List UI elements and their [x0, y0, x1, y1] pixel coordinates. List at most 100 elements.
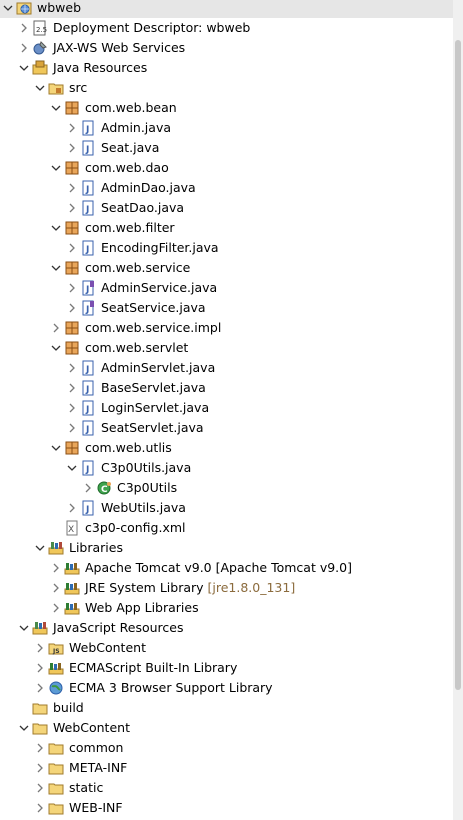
- package-icon: [64, 440, 80, 456]
- collapse-arrow-icon[interactable]: [34, 542, 46, 554]
- collapse-arrow-icon[interactable]: [50, 222, 62, 234]
- tree-item-src[interactable]: src: [0, 78, 453, 98]
- collapse-arrow-icon[interactable]: [2, 2, 14, 14]
- vertical-scrollbar[interactable]: [453, 0, 463, 820]
- tree-item-seatdao-java[interactable]: J SeatDao.java: [0, 198, 453, 218]
- expand-arrow-icon[interactable]: [66, 382, 78, 394]
- tree-item-c3p0-config-xml[interactable]: Xc3p0-config.xml: [0, 518, 453, 538]
- tree-item-label: com.web.service: [85, 260, 191, 275]
- expand-arrow-icon[interactable]: [82, 482, 94, 494]
- scrollbar-thumb[interactable]: [455, 40, 461, 690]
- expand-arrow-icon[interactable]: [34, 762, 46, 774]
- expand-arrow-icon[interactable]: [66, 362, 78, 374]
- collapse-arrow-icon[interactable]: [18, 62, 30, 74]
- expand-arrow-icon[interactable]: [66, 282, 78, 294]
- js-folder-icon: JS: [48, 640, 64, 656]
- expand-arrow-icon[interactable]: [18, 42, 30, 54]
- tree-item-webcontent[interactable]: WebContent: [0, 718, 453, 738]
- tree-item-jre-system-library[interactable]: JRE System Library [jre1.8.0_131]: [0, 578, 453, 598]
- tree-item-com-web-dao[interactable]: com.web.dao: [0, 158, 453, 178]
- tree-item-label: WebUtils.java: [101, 500, 186, 515]
- java-file-icon: J: [80, 200, 96, 216]
- tree-item-meta-inf[interactable]: META-INF: [0, 758, 453, 778]
- expand-arrow-icon[interactable]: [66, 502, 78, 514]
- tree-item-c3p0utils[interactable]: C C3p0Utils: [0, 478, 453, 498]
- tree-item-seatservice-java[interactable]: J SeatService.java: [0, 298, 453, 318]
- tree-item-label: JavaScript Resources: [53, 620, 184, 635]
- tree-item-ecma-3-browser-support-library[interactable]: ECMA 3 Browser Support Library: [0, 678, 453, 698]
- expand-arrow-icon[interactable]: [66, 202, 78, 214]
- expand-arrow-icon[interactable]: [50, 602, 62, 614]
- tree-item-com-web-utlis[interactable]: com.web.utlis: [0, 438, 453, 458]
- tree-item-com-web-filter[interactable]: com.web.filter: [0, 218, 453, 238]
- tree-item-adminservlet-java[interactable]: J AdminServlet.java: [0, 358, 453, 378]
- expand-arrow-icon[interactable]: [66, 122, 78, 134]
- libraries-icon: [48, 540, 64, 556]
- tree-item-web-inf[interactable]: WEB-INF: [0, 798, 453, 818]
- tree-item-webcontent[interactable]: JS WebContent: [0, 638, 453, 658]
- expand-arrow-icon[interactable]: [34, 802, 46, 814]
- tree-item-webutils-java[interactable]: J WebUtils.java: [0, 498, 453, 518]
- tree-item-baseservlet-java[interactable]: J BaseServlet.java: [0, 378, 453, 398]
- tree-item-jax-ws-web-services[interactable]: JAX-WS Web Services: [0, 38, 453, 58]
- tree-item-ecmascript-built-in-library[interactable]: ECMAScript Built-In Library: [0, 658, 453, 678]
- tree-item-adminservice-java[interactable]: J AdminService.java: [0, 278, 453, 298]
- collapse-arrow-icon[interactable]: [50, 262, 62, 274]
- expand-arrow-icon[interactable]: [34, 782, 46, 794]
- tree-item-javascript-resources[interactable]: JavaScript Resources: [0, 618, 453, 638]
- svg-text:J: J: [85, 385, 89, 395]
- folder-icon: [48, 800, 64, 816]
- tree-item-web-app-libraries[interactable]: Web App Libraries: [0, 598, 453, 618]
- tree-item-label: LoginServlet.java: [101, 400, 210, 415]
- tree-item-com-web-service[interactable]: com.web.service: [0, 258, 453, 278]
- expand-arrow-icon[interactable]: [34, 642, 46, 654]
- expand-arrow-icon[interactable]: [34, 682, 46, 694]
- expand-arrow-icon[interactable]: [50, 562, 62, 574]
- tree-item-com-web-servlet[interactable]: com.web.servlet: [0, 338, 453, 358]
- tree-item-admin-java[interactable]: J Admin.java: [0, 118, 453, 138]
- svg-text:C: C: [101, 485, 108, 495]
- expand-arrow-icon[interactable]: [34, 742, 46, 754]
- expand-arrow-icon[interactable]: [66, 142, 78, 154]
- collapse-arrow-icon[interactable]: [50, 442, 62, 454]
- expand-arrow-icon[interactable]: [66, 182, 78, 194]
- tree-item-decoration: [jre1.8.0_131]: [203, 580, 296, 595]
- tree-item-wbweb[interactable]: wbweb: [0, 0, 453, 18]
- expand-arrow-icon[interactable]: [66, 302, 78, 314]
- tree-item-seat-java[interactable]: J Seat.java: [0, 138, 453, 158]
- expand-arrow-icon[interactable]: [66, 402, 78, 414]
- collapse-arrow-icon[interactable]: [18, 722, 30, 734]
- tree-item-encodingfilter-java[interactable]: J EncodingFilter.java: [0, 238, 453, 258]
- expand-arrow-icon[interactable]: [66, 242, 78, 254]
- java-class-icon: C: [96, 480, 112, 496]
- collapse-arrow-icon[interactable]: [34, 82, 46, 94]
- expand-arrow-icon[interactable]: [18, 22, 30, 34]
- tree-item-libraries[interactable]: Libraries: [0, 538, 453, 558]
- svg-text:J: J: [85, 305, 89, 315]
- collapse-arrow-icon[interactable]: [50, 102, 62, 114]
- package-icon: [64, 340, 80, 356]
- tree-item-loginservlet-java[interactable]: J LoginServlet.java: [0, 398, 453, 418]
- java-file-icon: J: [80, 140, 96, 156]
- tree-item-label: AdminService.java: [101, 280, 218, 295]
- tree-item-seatservlet-java[interactable]: J SeatServlet.java: [0, 418, 453, 438]
- tree-item-apache-tomcat-v9-0-apache-tomcat-v9-0[interactable]: Apache Tomcat v9.0 [Apache Tomcat v9.0]: [0, 558, 453, 578]
- tree-item-common[interactable]: common: [0, 738, 453, 758]
- collapse-arrow-icon[interactable]: [18, 622, 30, 634]
- collapse-arrow-icon[interactable]: [66, 462, 78, 474]
- tree-item-build[interactable]: build: [0, 698, 453, 718]
- collapse-arrow-icon[interactable]: [50, 162, 62, 174]
- tree-item-com-web-bean[interactable]: com.web.bean: [0, 98, 453, 118]
- expand-arrow-icon[interactable]: [34, 662, 46, 674]
- library-icon: [64, 580, 80, 596]
- collapse-arrow-icon[interactable]: [50, 342, 62, 354]
- expand-arrow-icon[interactable]: [50, 322, 62, 334]
- tree-item-deployment-descriptor-wbweb[interactable]: 2.5 Deployment Descriptor: wbweb: [0, 18, 453, 38]
- tree-item-c3p0utils-java[interactable]: J C3p0Utils.java: [0, 458, 453, 478]
- expand-arrow-icon[interactable]: [66, 422, 78, 434]
- tree-item-admindao-java[interactable]: J AdminDao.java: [0, 178, 453, 198]
- tree-item-com-web-service-impl[interactable]: com.web.service.impl: [0, 318, 453, 338]
- tree-item-java-resources[interactable]: Java Resources: [0, 58, 453, 78]
- expand-arrow-icon[interactable]: [50, 582, 62, 594]
- tree-item-static[interactable]: static: [0, 778, 453, 798]
